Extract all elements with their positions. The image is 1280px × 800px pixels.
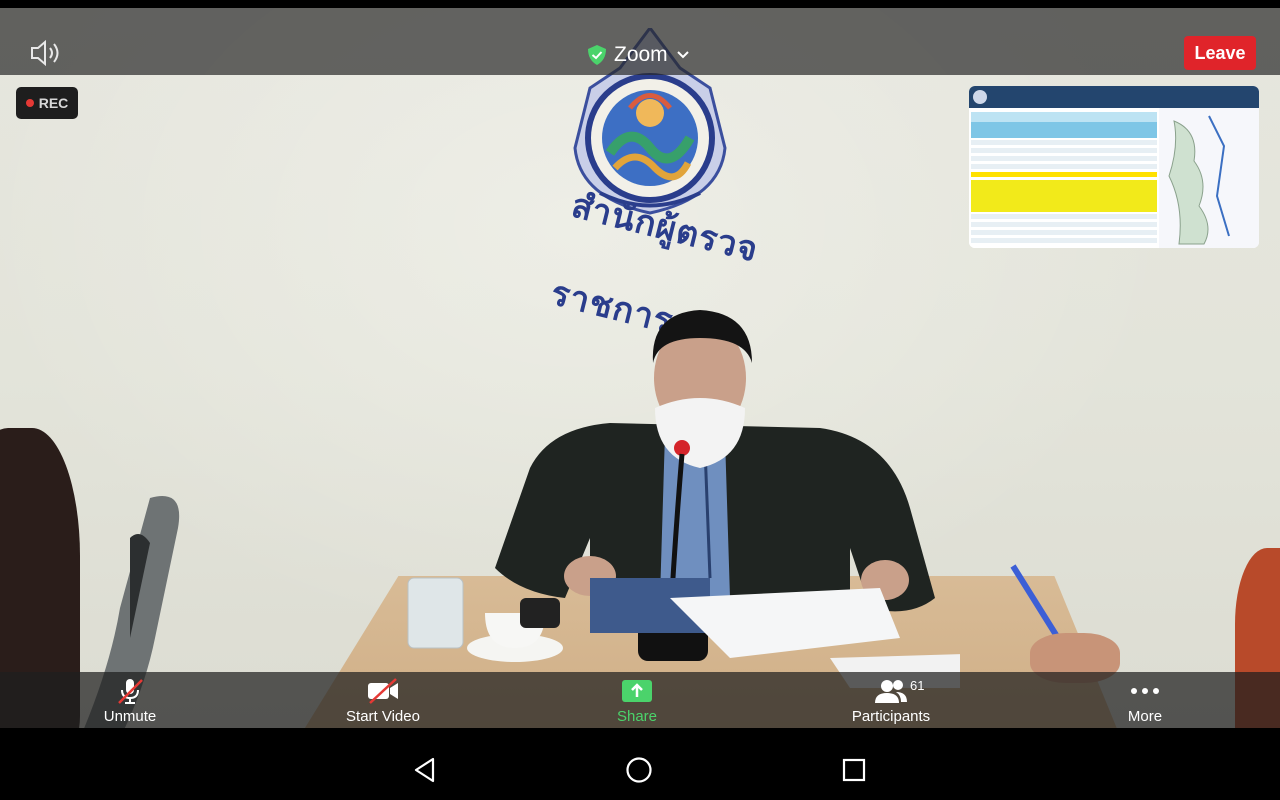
participants-button[interactable]: Participants — [821, 676, 961, 728]
recording-badge: REC — [16, 87, 78, 119]
nav-recents-button[interactable] — [834, 750, 874, 790]
app-title: Zoom — [614, 43, 668, 66]
recording-dot-icon — [25, 99, 34, 107]
participants-count: 61 — [910, 678, 925, 693]
more-label: More — [1127, 708, 1163, 725]
participants-icon — [875, 680, 907, 703]
video-off-icon — [368, 678, 398, 704]
meeting-title[interactable]: Zoom — [588, 40, 690, 70]
share-button[interactable]: Share — [567, 676, 707, 728]
chevron-down-icon — [676, 51, 689, 59]
participants-label: Participants — [851, 708, 931, 725]
shield-check-icon — [588, 45, 606, 65]
microphone-off-icon — [118, 679, 143, 704]
start-video-label: Start Video — [346, 708, 420, 725]
status-bar — [0, 0, 1280, 8]
desk-items — [407, 577, 960, 688]
nav-home-button[interactable] — [619, 750, 659, 790]
more-dots-icon — [1131, 688, 1159, 694]
share-label: Share — [616, 708, 658, 725]
nav-home-icon — [626, 757, 652, 783]
more-button[interactable]: More — [1075, 676, 1215, 728]
nav-back-button[interactable] — [405, 750, 445, 790]
nav-back-icon — [414, 757, 435, 783]
shared-screen-thumbnail[interactable] — [969, 86, 1259, 248]
speaker-icon[interactable] — [28, 38, 64, 68]
unmute-label: Unmute — [103, 708, 157, 725]
recording-label: REC — [38, 95, 69, 111]
start-video-button[interactable]: Start Video — [313, 676, 453, 728]
shared-document-preview — [969, 86, 1259, 248]
unmute-button[interactable]: Unmute — [60, 676, 200, 728]
leave-button[interactable]: Leave — [1184, 36, 1256, 70]
nav-recents-icon — [842, 758, 866, 782]
share-arrow-icon — [622, 680, 652, 702]
